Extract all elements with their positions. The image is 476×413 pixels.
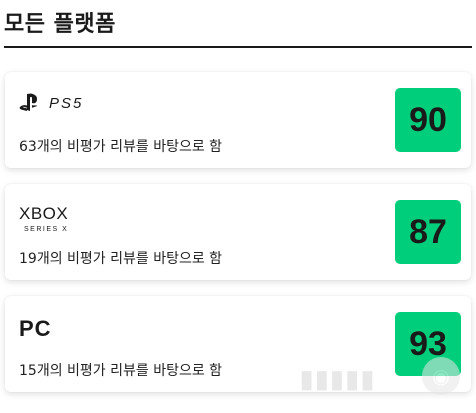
score-badge: 93 <box>395 312 461 376</box>
platform-card-xbox[interactable]: XBOX SERIES X 19개의 비평가 리뷰를 바탕으로 함 87 <box>5 184 471 280</box>
svg-text:PS5: PS5 <box>49 95 83 112</box>
svg-text:XBOX: XBOX <box>19 204 68 223</box>
title-divider <box>4 46 472 48</box>
platform-card-ps5[interactable]: PS5 63개의 비평가 리뷰를 바탕으로 함 90 <box>5 72 471 168</box>
review-count-text: 15개의 비평가 리뷰를 바탕으로 함 <box>19 363 223 379</box>
score-badge: 90 <box>395 88 461 152</box>
review-count-text: 19개의 비평가 리뷰를 바탕으로 함 <box>19 251 223 267</box>
pc-logo: PC <box>19 316 52 341</box>
svg-text:SERIES X: SERIES X <box>24 226 68 233</box>
xbox-logo: XBOX SERIES X <box>19 204 89 238</box>
ps5-logo: PS5 <box>19 92 109 118</box>
playstation-icon: PS5 <box>19 93 83 112</box>
score-badge: 87 <box>395 200 461 264</box>
review-count-text: 63개의 비평가 리뷰를 바탕으로 함 <box>19 139 223 155</box>
platform-card-pc[interactable]: PC 15개의 비평가 리뷰를 바탕으로 함 93 <box>5 296 471 392</box>
section-title: 모든 플랫폼 <box>4 12 116 37</box>
